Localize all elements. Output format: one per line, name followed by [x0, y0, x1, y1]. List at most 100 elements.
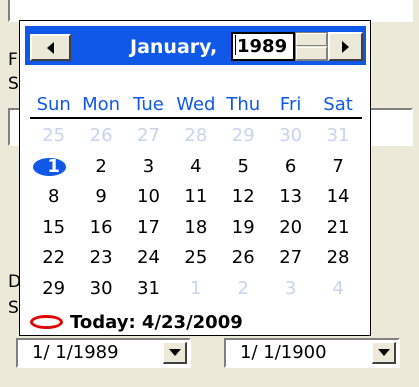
adjacent-month-day-cell[interactable]: 26 [77, 121, 124, 152]
day-cell[interactable]: 29 [30, 274, 77, 305]
text-caret [235, 35, 236, 55]
adjacent-month-day-cell[interactable]: 31 [314, 121, 361, 152]
day-number: 25 [184, 247, 208, 269]
day-number: 24 [137, 247, 160, 269]
adjacent-month-day-cell[interactable]: 30 [267, 121, 314, 152]
day-cell[interactable]: 8 [30, 182, 77, 213]
day-cell[interactable]: 5 [220, 152, 267, 183]
day-cell[interactable]: 23 [77, 243, 124, 274]
year-down-button[interactable] [296, 47, 327, 60]
day-number: 1 [190, 277, 202, 299]
day-number: 20 [279, 216, 303, 238]
day-cell[interactable]: 10 [125, 182, 172, 213]
adjacent-month-day-cell[interactable]: 27 [125, 121, 172, 152]
day-number: 2 [95, 155, 107, 177]
day-number: 9 [95, 186, 107, 208]
previous-month-button[interactable] [30, 34, 71, 61]
day-number: 15 [42, 216, 66, 238]
day-cell[interactable]: 11 [172, 182, 219, 213]
day-number: 5 [237, 155, 249, 177]
day-cell[interactable]: 28 [314, 243, 361, 274]
day-number: 26 [89, 125, 113, 146]
day-number: 6 [284, 155, 297, 177]
weekday-label: Mon [82, 94, 121, 115]
adjacent-month-day-cell[interactable]: 25 [30, 121, 77, 152]
adjacent-month-day-cell[interactable]: 1 [172, 274, 219, 305]
day-cell[interactable]: 17 [125, 213, 172, 244]
day-number: 2 [237, 277, 249, 299]
day-cell[interactable]: 9 [77, 182, 124, 213]
day-cell[interactable]: 14 [314, 182, 361, 213]
today-circle-icon [30, 315, 63, 329]
day-cell[interactable]: 4 [172, 152, 219, 183]
end-date-picker[interactable]: 1/ 1/1900 [224, 338, 400, 368]
day-cell[interactable]: 16 [77, 213, 124, 244]
selected-day-cell[interactable]: 1 [30, 152, 77, 183]
day-number: 10 [137, 186, 160, 208]
day-cell[interactable]: 2 [77, 152, 124, 183]
day-number: 16 [89, 216, 113, 238]
next-month-button[interactable] [328, 32, 363, 61]
day-number: 12 [231, 186, 255, 208]
year-up-button[interactable] [296, 33, 327, 46]
day-number: 17 [137, 216, 160, 238]
weekday-divider [30, 117, 362, 119]
week-row: 8 9 10 11 12 13 14 [30, 182, 362, 213]
end-date-dropdown-button[interactable] [372, 342, 396, 364]
week-row: 29 30 31 1 2 3 4 [30, 274, 362, 305]
chevron-down-icon [168, 349, 181, 356]
day-cell[interactable]: 25 [172, 243, 219, 274]
adjacent-month-day-cell[interactable]: 3 [267, 274, 314, 305]
week-row: 15 16 17 18 19 20 21 [30, 213, 362, 244]
adjacent-month-day-cell[interactable]: 4 [314, 274, 361, 305]
day-number: 29 [42, 277, 66, 299]
day-number: 25 [42, 125, 66, 146]
day-number: 27 [279, 247, 303, 269]
week-row: 25 26 27 28 29 30 31 [30, 121, 362, 152]
start-date-value: 1/ 1/1989 [32, 342, 119, 363]
year-spinner[interactable] [295, 32, 328, 61]
weekday-header-row: Sun Mon Tue Wed Thu Fri Sat [30, 94, 362, 116]
month-label[interactable]: January, [130, 32, 217, 62]
day-cell[interactable]: 21 [314, 213, 361, 244]
adjacent-month-day-cell[interactable]: 2 [220, 274, 267, 305]
weekday-label: Thu [226, 94, 261, 115]
day-cell[interactable]: 3 [125, 152, 172, 183]
day-number: 8 [47, 186, 60, 208]
day-cell[interactable]: 24 [125, 243, 172, 274]
day-cell[interactable]: 15 [30, 213, 77, 244]
day-number: 14 [326, 186, 350, 208]
background-text-field-top[interactable] [8, 0, 413, 22]
day-number: 29 [231, 125, 255, 146]
day-cell[interactable]: 18 [172, 213, 219, 244]
day-number: 31 [326, 125, 350, 146]
day-number: 7 [332, 155, 344, 177]
day-number: 22 [42, 247, 66, 269]
weekday-label: Tue [133, 94, 164, 115]
adjacent-month-day-cell[interactable]: 28 [172, 121, 219, 152]
day-cell[interactable]: 7 [314, 152, 361, 183]
today-link[interactable]: Today: 4/23/2009 [30, 311, 243, 333]
start-date-dropdown-button[interactable] [163, 342, 187, 364]
day-number: 11 [184, 186, 208, 208]
day-cell[interactable]: 26 [220, 243, 267, 274]
day-cell[interactable]: 31 [125, 274, 172, 305]
day-number: 1 [47, 155, 60, 177]
start-date-picker[interactable]: 1/ 1/1989 [16, 338, 191, 368]
day-number: 30 [89, 277, 113, 299]
day-cell[interactable]: 22 [30, 243, 77, 274]
day-number: 4 [190, 155, 202, 177]
adjacent-month-day-cell[interactable]: 29 [220, 121, 267, 152]
day-cell[interactable]: 19 [220, 213, 267, 244]
day-cell[interactable]: 13 [267, 182, 314, 213]
day-cell[interactable]: 27 [267, 243, 314, 274]
year-spin-input[interactable]: 1989 [231, 32, 295, 61]
day-number: 13 [279, 186, 303, 208]
day-cell[interactable]: 6 [267, 152, 314, 183]
background-label-1: F [8, 50, 18, 70]
day-cell[interactable]: 12 [220, 182, 267, 213]
day-cell[interactable]: 30 [77, 274, 124, 305]
day-cell[interactable]: 20 [267, 213, 314, 244]
arrow-right-icon [342, 40, 349, 53]
month-calendar-popup[interactable]: January, 1989 Sun Mon Tue Wed Thu Fri Sat 25 26… [19, 20, 371, 336]
